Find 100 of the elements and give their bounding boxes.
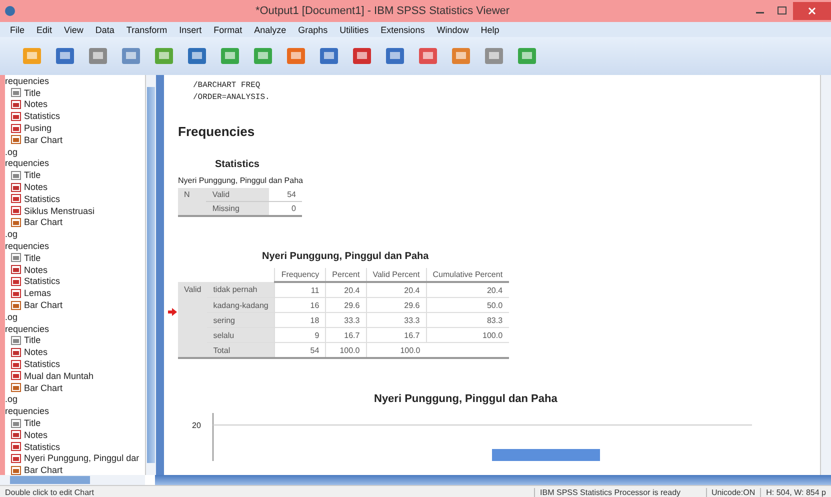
table-cell: 54 bbox=[274, 342, 326, 358]
horizontal-scrollbar[interactable] bbox=[0, 475, 145, 485]
menu-item[interactable]: Edit bbox=[30, 24, 58, 34]
table-cell: 9 bbox=[274, 328, 326, 342]
status-text: H: 504, W: 854 p bbox=[760, 488, 831, 496]
outline-item[interactable]: Mual dan Muntah bbox=[24, 370, 94, 381]
table-cell: 0 bbox=[268, 202, 302, 216]
title-icon bbox=[11, 88, 21, 98]
outline-item[interactable]: Statistics bbox=[24, 111, 60, 122]
notes-icon bbox=[11, 265, 21, 274]
chart-title: Nyeri Punggung, Pinggul dan Paha bbox=[374, 393, 558, 405]
table-cell: 54 bbox=[268, 188, 302, 202]
row-header: Missing bbox=[206, 202, 269, 216]
menu-item[interactable]: Extensions bbox=[374, 24, 431, 34]
menu-item[interactable]: Graphs bbox=[292, 24, 334, 34]
syntax-line: /BARCHART FREQ bbox=[193, 80, 262, 92]
row-header: selalu bbox=[207, 328, 275, 342]
outline-item[interactable]: .og bbox=[5, 228, 145, 240]
chart-icon bbox=[11, 383, 21, 392]
outline-item[interactable]: Notes bbox=[24, 264, 48, 275]
menu-item[interactable]: File bbox=[4, 24, 31, 34]
outline-item[interactable]: Title bbox=[24, 335, 41, 346]
outline-item[interactable]: Title bbox=[24, 418, 41, 428]
table-cell: 16.7 bbox=[366, 328, 426, 342]
outline-item[interactable]: .og bbox=[5, 146, 145, 158]
notes-icon bbox=[11, 182, 21, 192]
row-header: N bbox=[178, 188, 206, 202]
outline-item[interactable]: Notes bbox=[24, 182, 48, 192]
menu-item[interactable]: Transform bbox=[120, 24, 174, 34]
axis-tick-label: 20 bbox=[192, 421, 202, 432]
table-cell: 100.0 bbox=[326, 342, 366, 358]
outline-item[interactable]: Nyeri Punggung, Pinggul dar bbox=[24, 453, 140, 464]
title-icon bbox=[11, 253, 21, 262]
section-heading: Frequencies bbox=[178, 124, 256, 139]
close-icon[interactable] bbox=[793, 2, 831, 20]
table-title: Nyeri Punggung, Pinggul dan Paha bbox=[262, 251, 430, 262]
title-icon bbox=[11, 170, 21, 180]
vertical-scrollbar[interactable] bbox=[820, 75, 831, 475]
outline-item[interactable]: Notes bbox=[24, 347, 48, 358]
outline-item[interactable]: Lemas bbox=[24, 288, 52, 298]
variable-label: Nyeri Punggung, Pinggul dan Paha bbox=[178, 176, 304, 185]
chart-icon bbox=[11, 135, 21, 144]
outline-item[interactable]: requencies bbox=[5, 322, 145, 335]
table-cell: 18 bbox=[274, 312, 326, 328]
column-header: Cumulative Percent bbox=[426, 268, 509, 282]
outline-item[interactable]: .og bbox=[5, 310, 145, 323]
outline-item[interactable]: Statistics bbox=[24, 359, 60, 370]
outline-item[interactable]: Statistics bbox=[24, 276, 60, 286]
menu-item[interactable]: Utilities bbox=[334, 24, 375, 34]
menu-item[interactable]: Analyze bbox=[248, 24, 292, 34]
outline-item[interactable]: Pusing bbox=[24, 123, 52, 134]
notes-icon bbox=[11, 100, 21, 109]
outline-item[interactable]: Statistics bbox=[24, 194, 60, 204]
column-header: Valid Percent bbox=[366, 268, 426, 282]
outline-item[interactable]: requencies bbox=[5, 405, 145, 418]
table-cell: 33.3 bbox=[326, 312, 366, 328]
menu-item[interactable]: Format bbox=[208, 24, 248, 34]
table-cell: 11 bbox=[274, 282, 326, 298]
outline-item[interactable]: Bar Chart bbox=[24, 382, 63, 393]
column-header: Frequency bbox=[274, 268, 326, 282]
row-header: Valid bbox=[178, 282, 208, 298]
column-header: Percent bbox=[326, 268, 366, 282]
outline-item[interactable]: requencies bbox=[5, 75, 145, 87]
table-cell: 20.4 bbox=[326, 282, 366, 298]
status-text: Double click to edit Chart bbox=[4, 488, 95, 496]
table-cell: 16.7 bbox=[326, 328, 366, 342]
outline-item[interactable]: Bar Chart bbox=[24, 217, 63, 228]
syntax-line: /ORDER=ANALYSIS. bbox=[193, 92, 271, 104]
menu-item[interactable]: Window bbox=[430, 24, 475, 34]
table-cell: 100.0 bbox=[426, 328, 509, 342]
outline-item[interactable]: Bar Chart bbox=[24, 134, 63, 145]
row-header: kadang-kadang bbox=[207, 298, 275, 312]
outline-item[interactable]: Title bbox=[24, 170, 41, 180]
notes-icon bbox=[11, 348, 21, 357]
outline-item[interactable]: Notes bbox=[24, 430, 48, 440]
table-cell: 50.0 bbox=[426, 298, 509, 312]
table-cell: 33.3 bbox=[366, 312, 426, 328]
menu-item[interactable]: Data bbox=[89, 24, 120, 34]
menu-item[interactable]: Help bbox=[474, 24, 506, 34]
outline-item[interactable]: Title bbox=[24, 88, 41, 98]
horizontal-scrollbar[interactable] bbox=[155, 475, 831, 485]
status-text: IBM SPSS Statistics Processor is ready bbox=[534, 488, 686, 496]
outline-item[interactable]: Title bbox=[24, 252, 41, 263]
table-cell: 83.3 bbox=[426, 312, 509, 328]
notes-icon bbox=[11, 430, 21, 440]
outline-item[interactable]: .og bbox=[5, 394, 145, 406]
title-icon bbox=[11, 418, 21, 428]
row-header: sering bbox=[207, 312, 275, 328]
vertical-scrollbar[interactable] bbox=[145, 75, 156, 475]
outline-item[interactable]: Notes bbox=[24, 99, 48, 110]
outline-item[interactable]: requencies bbox=[5, 158, 145, 170]
outline-item[interactable]: Siklus Menstruasi bbox=[24, 206, 95, 216]
menu-item[interactable]: View bbox=[58, 24, 90, 34]
outline-item[interactable]: Bar Chart bbox=[24, 300, 63, 310]
outline-item[interactable]: Statistics bbox=[24, 442, 60, 452]
status-text: Unicode:ON bbox=[706, 488, 760, 496]
outline-item[interactable]: Bar Chart bbox=[24, 465, 63, 475]
menu-item[interactable]: Insert bbox=[173, 24, 208, 34]
outline-item[interactable]: requencies bbox=[5, 240, 145, 252]
row-header: Total bbox=[207, 342, 275, 358]
